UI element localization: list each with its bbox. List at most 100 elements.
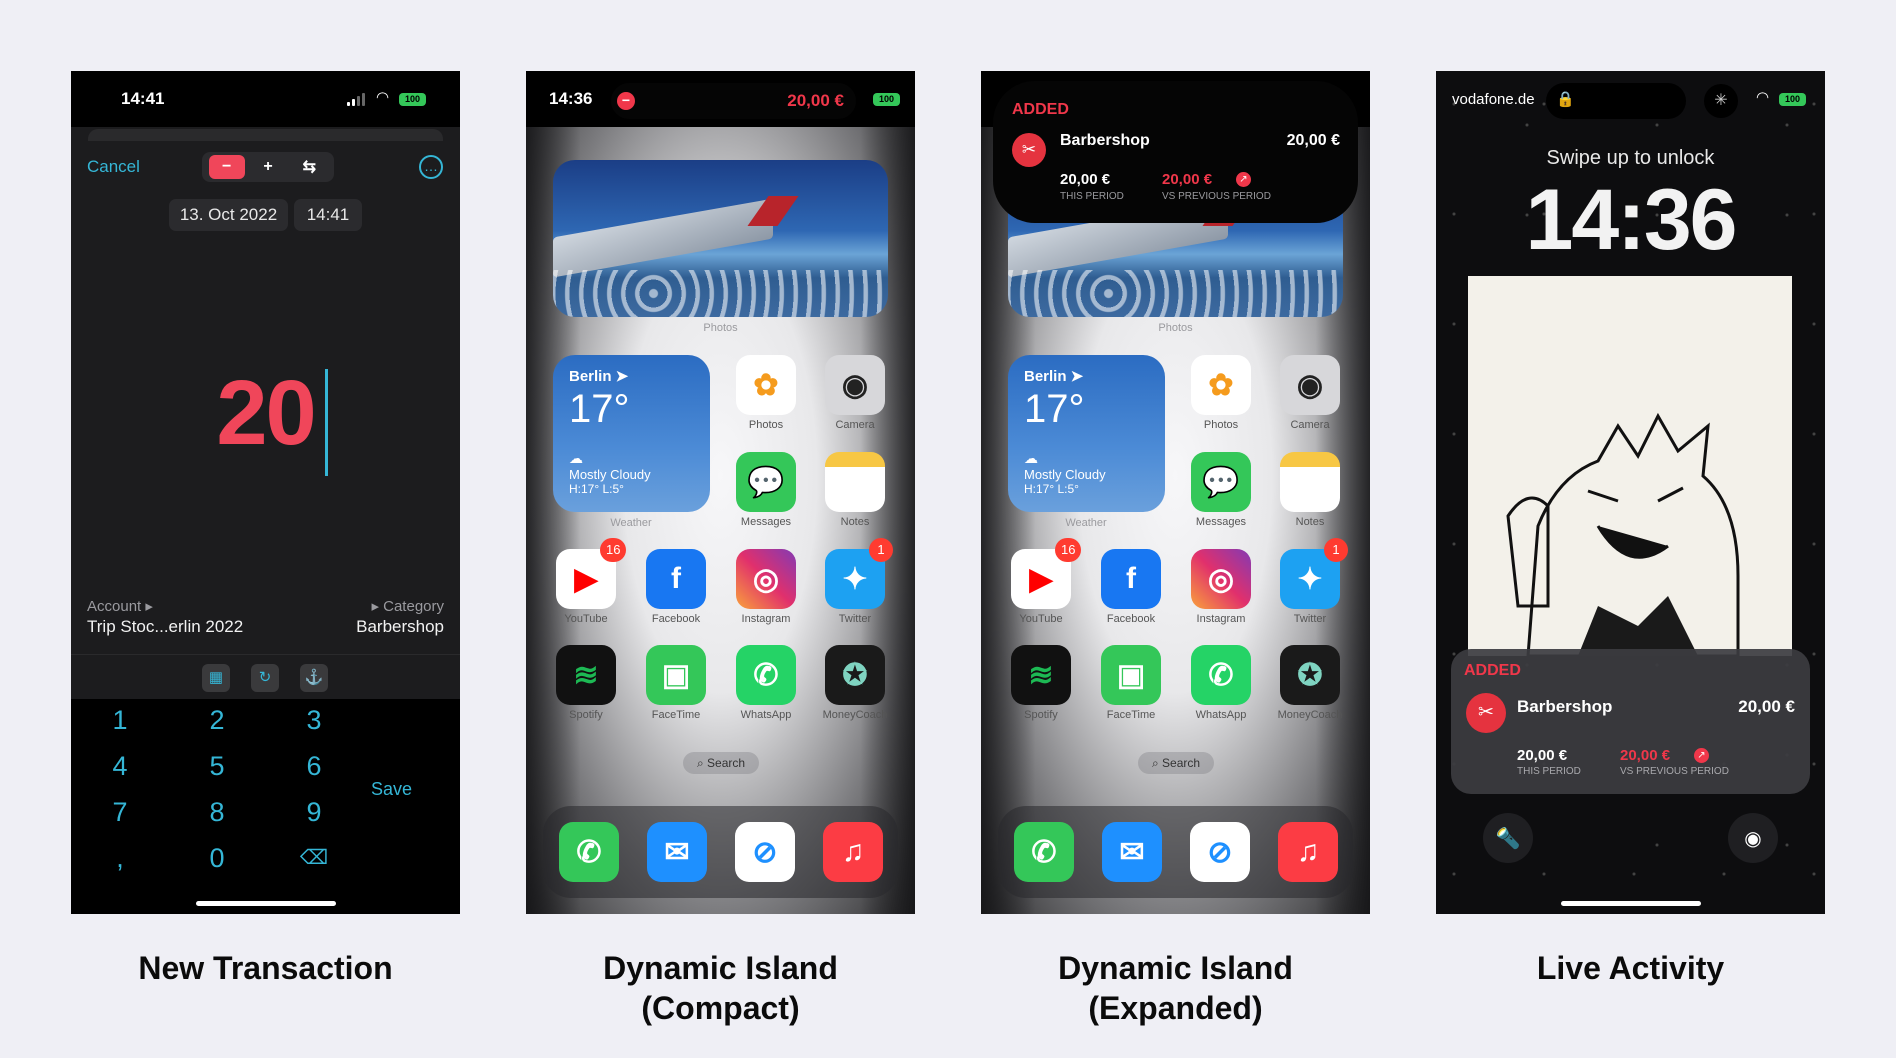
moneycoach-icon[interactable]: ✪: [1280, 645, 1340, 705]
merchant-name: Barbershop: [1517, 697, 1613, 716]
whatsapp-icon[interactable]: ✆: [736, 645, 796, 705]
repeat-icon[interactable]: ↻: [251, 664, 279, 692]
weather-widget-label: Weather: [1065, 517, 1107, 529]
wifi-icon: ◠: [376, 89, 390, 106]
weather-high-low: H:17° L:5°: [1024, 482, 1079, 496]
phone-icon[interactable]: ✆: [559, 822, 619, 882]
twitter-badge: 1: [869, 538, 893, 562]
transaction-type-segmented-control[interactable]: − + ⇆: [202, 152, 334, 182]
income-plus-icon[interactable]: +: [250, 155, 286, 179]
status-time: 14:36: [549, 89, 593, 108]
facetime-icon[interactable]: ▣: [646, 645, 706, 705]
calculator-icon[interactable]: ▦: [202, 664, 230, 692]
caption-live-activity: Live Activity: [1536, 950, 1725, 986]
key-4[interactable]: 4: [90, 751, 150, 782]
signal-icon: [347, 93, 365, 106]
app-label-photos: Photos: [1203, 419, 1239, 431]
date-picker[interactable]: 13. Oct 2022: [169, 199, 288, 231]
key-5[interactable]: 5: [187, 751, 247, 782]
key-6[interactable]: 6: [284, 751, 344, 782]
facebook-icon[interactable]: f: [1101, 549, 1161, 609]
search-label: Search: [707, 756, 746, 770]
this-period-label: THIS PERIOD: [1517, 766, 1581, 777]
notes-icon[interactable]: [825, 452, 885, 512]
key-7[interactable]: 7: [90, 797, 150, 828]
instagram-icon[interactable]: ◎: [736, 549, 796, 609]
camera-icon[interactable]: ◉: [1728, 813, 1778, 863]
key-3[interactable]: 3: [284, 705, 344, 736]
weather-temp: 17°: [569, 387, 630, 431]
spotify-icon[interactable]: ≋: [1011, 645, 1071, 705]
whatsapp-icon[interactable]: ✆: [1191, 645, 1251, 705]
app-label-spotify: Spotify: [1024, 709, 1058, 721]
camera-icon[interactable]: ◉: [825, 355, 885, 415]
app-label-facetime: FaceTime: [651, 709, 701, 721]
dynamic-island-compact[interactable]: − 20,00 €: [611, 83, 856, 119]
dock: ✆ ✉ ⊘ ♫: [998, 806, 1353, 898]
app-label-facetime: FaceTime: [1106, 709, 1156, 721]
app-label-instagram: Instagram: [741, 613, 791, 625]
this-period-value: 20,00 €: [1060, 171, 1111, 188]
spotify-icon[interactable]: ≋: [556, 645, 616, 705]
home-indicator[interactable]: [196, 901, 336, 906]
location-icon[interactable]: ⚓: [300, 664, 328, 692]
weather-widget[interactable]: Berlin ➤ 17° ☁ Mostly Cloudy H:17° L:5°: [1008, 355, 1165, 512]
category-value[interactable]: Barbershop: [356, 617, 444, 637]
key-0[interactable]: 0: [187, 843, 247, 874]
transfer-icon[interactable]: ⇆: [291, 155, 327, 179]
cancel-button[interactable]: Cancel: [87, 157, 140, 177]
notes-icon[interactable]: [1280, 452, 1340, 512]
live-activity-card[interactable]: ADDED ✂ Barbershop 20,00 € 20,00 € THIS …: [1451, 649, 1810, 794]
dynamic-island: 🔒: [1546, 83, 1686, 119]
search-pill[interactable]: ⌕ Search: [683, 752, 759, 774]
lock-clock: 14:36: [1525, 172, 1738, 268]
messages-icon[interactable]: 💬: [736, 452, 796, 512]
battery-indicator: 100: [399, 93, 426, 106]
camera-icon[interactable]: ◉: [1280, 355, 1340, 415]
safari-icon[interactable]: ⊘: [1190, 822, 1250, 882]
home-indicator[interactable]: [1561, 901, 1701, 906]
account-value[interactable]: Trip Stoc...erlin 2022: [87, 617, 243, 637]
more-options-icon[interactable]: …: [419, 155, 443, 179]
app-label-camera: Camera: [835, 419, 875, 431]
keyboard-toolbar: ▦ ↻ ⚓: [71, 654, 460, 699]
search-pill[interactable]: ⌕ Search: [1138, 752, 1214, 774]
flashlight-icon[interactable]: 🔦: [1483, 813, 1533, 863]
weather-widget[interactable]: Berlin ➤ 17° ☁ Mostly Cloudy H:17° L:5°: [553, 355, 710, 512]
dynamic-island-expanded[interactable]: ADDED ✂ Barbershop 20,00 € 20,00 € THIS …: [993, 81, 1358, 223]
key-9[interactable]: 9: [284, 797, 344, 828]
transaction-amount: 20,00 €: [1286, 132, 1340, 149]
app-label-messages: Messages: [1195, 516, 1247, 528]
key-2[interactable]: 2: [187, 705, 247, 736]
key-comma[interactable]: ,: [90, 843, 150, 874]
moneycoach-icon[interactable]: ✪: [825, 645, 885, 705]
key-8[interactable]: 8: [187, 797, 247, 828]
music-icon[interactable]: ♫: [823, 822, 883, 882]
messages-icon[interactable]: 💬: [1191, 452, 1251, 512]
photos-icon[interactable]: ✿: [1191, 355, 1251, 415]
mail-icon[interactable]: ✉: [647, 822, 707, 882]
barber-scissors-icon: ✂: [1012, 133, 1046, 167]
instagram-icon[interactable]: ◎: [1191, 549, 1251, 609]
delete-icon[interactable]: ⌫: [284, 845, 344, 870]
save-button[interactable]: Save: [371, 779, 412, 800]
mail-icon[interactable]: ✉: [1102, 822, 1162, 882]
account-label: Account ▸: [87, 598, 153, 615]
time-picker[interactable]: 14:41: [294, 199, 362, 231]
facetime-icon[interactable]: ▣: [1101, 645, 1161, 705]
phone-icon[interactable]: ✆: [1014, 822, 1074, 882]
photos-icon[interactable]: ✿: [736, 355, 796, 415]
music-icon[interactable]: ♫: [1278, 822, 1338, 882]
facebook-icon[interactable]: f: [646, 549, 706, 609]
key-1[interactable]: 1: [90, 705, 150, 736]
safari-icon[interactable]: ⊘: [735, 822, 795, 882]
wifi-icon: ◠: [1756, 89, 1770, 106]
app-label-moneycoach: MoneyCoach: [1277, 709, 1343, 721]
photos-widget[interactable]: [553, 160, 888, 317]
category-label: ▸ Category: [371, 598, 444, 615]
amount-display[interactable]: 20: [71, 361, 460, 466]
expense-minus-icon[interactable]: −: [208, 155, 245, 179]
twitter-badge: 1: [1324, 538, 1348, 562]
cloud-icon: ☁: [569, 450, 583, 466]
app-label-instagram: Instagram: [1196, 613, 1246, 625]
